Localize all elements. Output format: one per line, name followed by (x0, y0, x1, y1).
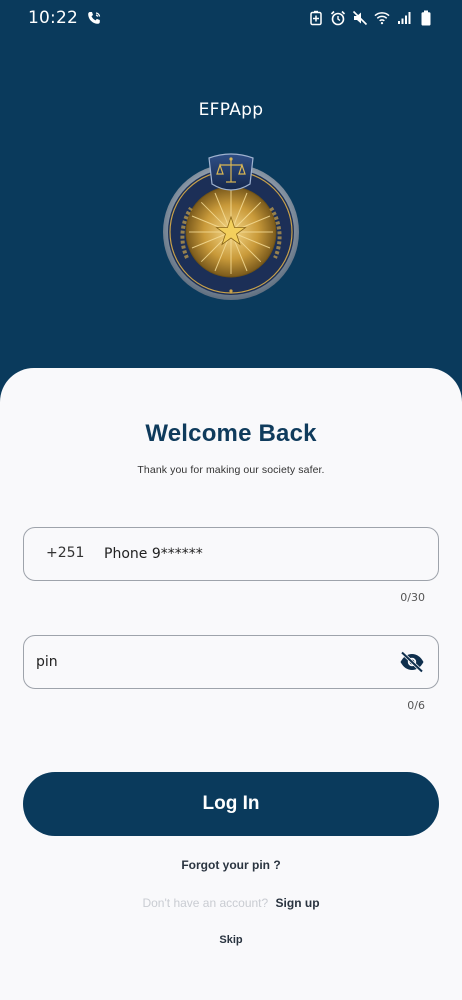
no-account-text: Don't have an account? (142, 896, 269, 910)
status-left: 10:22 (28, 8, 102, 28)
status-bar: 10:22 (0, 0, 462, 36)
phone-field[interactable]: +251 (23, 527, 439, 581)
forgot-pin-link[interactable]: Forgot your pin ? (0, 858, 462, 872)
pin-char-counter: 0/6 (407, 699, 425, 712)
signal-icon (396, 10, 412, 26)
battery-saver-icon (308, 10, 324, 26)
alarm-icon (330, 10, 346, 26)
login-sheet: Welcome Back Thank you for making our so… (0, 368, 462, 1000)
eye-off-icon (400, 651, 424, 673)
police-emblem-logo (157, 150, 305, 300)
phone-input[interactable] (104, 528, 424, 580)
battery-icon (418, 10, 434, 26)
signup-row: Don't have an account? Sign up (0, 896, 462, 910)
wifi-call-icon (86, 10, 102, 26)
signup-link[interactable]: Sign up (276, 896, 320, 910)
app-title: EFPApp (198, 100, 264, 120)
pin-field[interactable] (23, 635, 439, 689)
mute-icon (352, 10, 368, 26)
welcome-title: Welcome Back (145, 420, 317, 447)
wifi-icon (374, 10, 390, 26)
pin-input[interactable] (36, 636, 386, 688)
login-button[interactable]: Log In (23, 772, 439, 836)
phone-char-counter: 0/30 (400, 591, 425, 604)
login-screen: 10:22 EFPApp Welcome Back Thank you for … (0, 0, 462, 1000)
skip-link[interactable]: Skip (0, 934, 462, 946)
country-code-prefix: +251 (46, 545, 85, 561)
welcome-subtitle: Thank you for making our society safer. (137, 464, 325, 476)
toggle-pin-visibility-button[interactable] (398, 649, 426, 675)
status-right (308, 10, 434, 26)
status-time: 10:22 (28, 8, 78, 28)
